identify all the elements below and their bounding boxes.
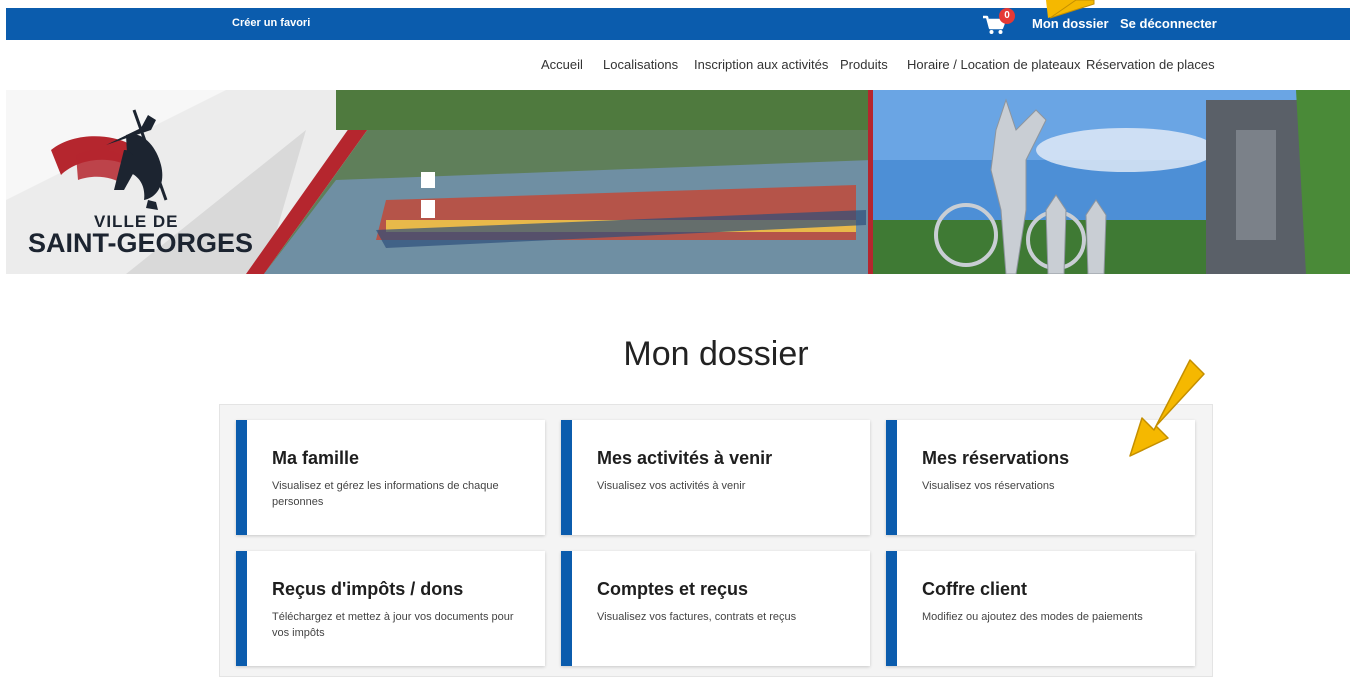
card-description: Visualisez et gérez les informations de … [272, 480, 499, 508]
page: Créer un favori 0 Mon dossier Se déconne… [0, 0, 1352, 677]
card-ma-famille[interactable]: Ma famille Visualisez et gérez les infor… [236, 420, 545, 535]
card-title: Ma famille [272, 448, 360, 468]
main-nav: Accueil Localisations Inscription aux ac… [0, 57, 1352, 75]
cart-count-badge: 0 [999, 8, 1015, 24]
card-title: Comptes et reçus [597, 579, 749, 599]
nav-item-horaire[interactable]: Horaire / Location de plateaux [907, 57, 1080, 72]
nav-item-accueil[interactable]: Accueil [541, 57, 583, 72]
nav-item-reservation[interactable]: Réservation de places [1086, 57, 1215, 72]
card-description: Visualisez vos factures, contrats et reç… [597, 611, 797, 623]
card-recus-impots[interactable]: Reçus d'impôts / dons Téléchargez et met… [236, 551, 545, 666]
card-description: Modifiez ou ajoutez des modes de paiemen… [922, 611, 1143, 623]
card-mes-activites[interactable]: Mes activités à venir Visualisez vos act… [561, 420, 870, 535]
logout-link[interactable]: Se déconnecter [1120, 16, 1217, 31]
card-title: Coffre client [922, 579, 1028, 599]
dashboard-cards: Ma famille Visualisez et gérez les infor… [219, 404, 1213, 677]
nav-item-localisations[interactable]: Localisations [603, 57, 678, 72]
nav-item-inscription[interactable]: Inscription aux activités [694, 57, 828, 72]
pointer-arrow-icon [1129, 359, 1205, 457]
card-title: Mes réservations [922, 448, 1070, 468]
card-description: Visualisez vos activités à venir [597, 480, 746, 492]
card-coffre-client[interactable]: Coffre client Modifiez ou ajoutez des mo… [886, 551, 1195, 666]
nav-item-produits[interactable]: Produits [840, 57, 888, 72]
card-title: Reçus d'impôts / dons [272, 579, 464, 599]
top-bar: Créer un favori 0 Mon dossier Se déconne… [6, 8, 1350, 40]
logo-line-2: SAINT-GEORGES [28, 228, 254, 258]
card-comptes-recus[interactable]: Comptes et reçus Visualisez vos factures… [561, 551, 870, 666]
create-favorite-link[interactable]: Créer un favori [232, 17, 310, 29]
hero-banner: VILLE DE SAINT-GEORGES [6, 90, 1350, 274]
card-description: Visualisez vos réservations [922, 480, 1055, 492]
pointer-arrow-top-icon [1046, 0, 1095, 19]
card-description: Téléchargez et mettez à jour vos documen… [272, 611, 514, 639]
card-title: Mes activités à venir [597, 448, 773, 468]
